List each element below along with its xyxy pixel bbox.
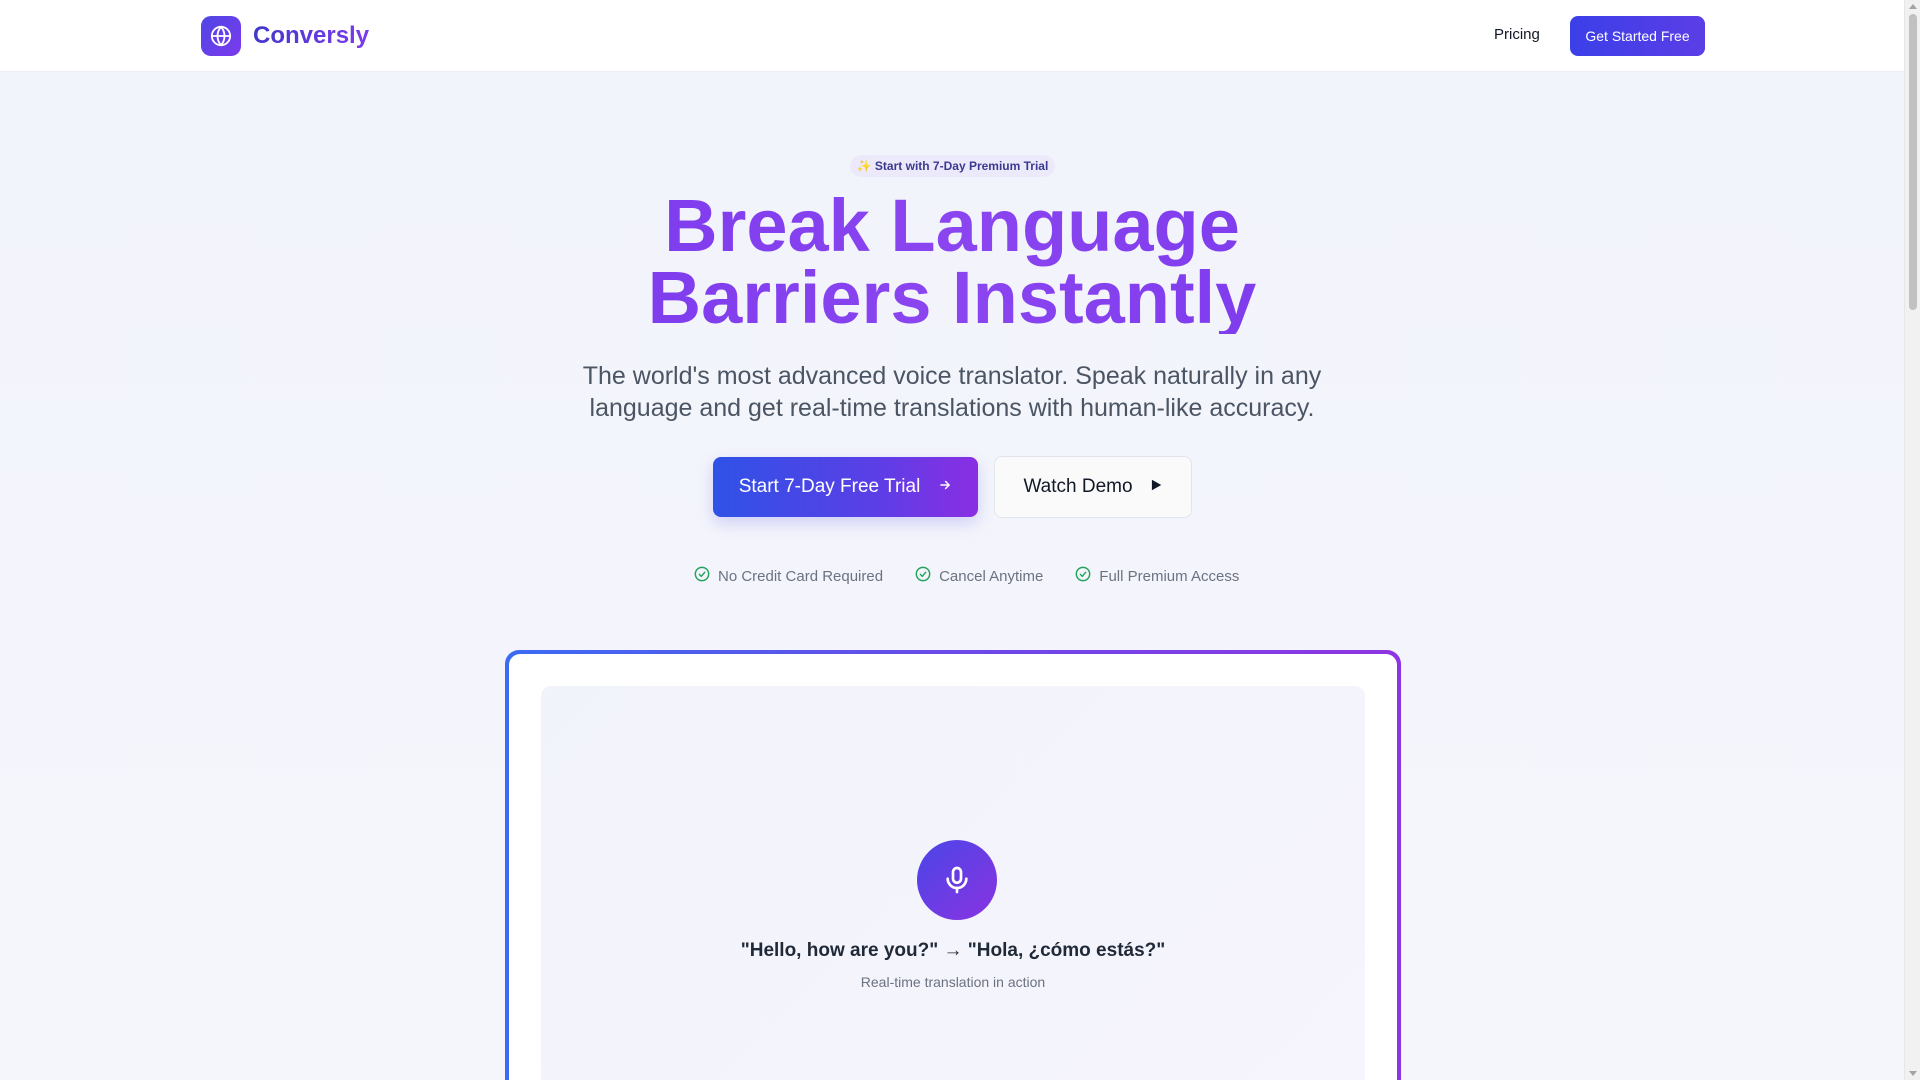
scroll-down-arrow-icon[interactable]	[1909, 1071, 1917, 1076]
perk-label: Cancel Anytime	[939, 567, 1044, 585]
scrollbar-thumb[interactable]	[1909, 14, 1917, 310]
perk-label: No Credit Card Required	[718, 567, 884, 585]
page: Conversly Pricing Get Started Free ✨ Sta…	[0, 0, 1904, 1080]
hero-subtitle-line-2: language and get real-time translations …	[589, 394, 1315, 422]
check-circle-icon	[1075, 566, 1091, 586]
get-started-button[interactable]: Get Started Free	[1570, 16, 1705, 56]
site-header: Conversly Pricing Get Started Free	[0, 0, 1904, 72]
perk-item: Full Premium Access	[1075, 566, 1239, 586]
play-icon	[1149, 476, 1163, 498]
brand-logo[interactable]: Conversly	[201, 16, 369, 56]
demo-card: "Hello, how are you?" → "Hola, ¿cómo est…	[505, 650, 1401, 1080]
start-trial-label: Start 7-Day Free Trial	[738, 476, 921, 497]
start-trial-button[interactable]: Start 7-Day Free Trial	[713, 457, 978, 517]
arrow-right-icon	[938, 476, 952, 498]
demo-card-body: "Hello, how are you?" → "Hola, ¿cómo est…	[509, 654, 1397, 1080]
check-circle-icon	[694, 566, 710, 586]
scroll-up-arrow-icon[interactable]	[1909, 4, 1917, 9]
perk-item: No Credit Card Required	[694, 566, 883, 586]
hero-title-line-1: Break Language	[664, 184, 1240, 267]
hero-title: Break Language Barriers Instantly	[552, 190, 1352, 334]
check-circle-icon	[915, 566, 931, 586]
hero-subtitle-line-1: The world's most advanced voice translat…	[582, 362, 1322, 390]
watch-demo-button[interactable]: Watch Demo	[994, 456, 1192, 518]
brand-name: Conversly	[253, 22, 370, 49]
nav-link-pricing[interactable]: Pricing	[1494, 26, 1540, 43]
hero-title-line-2: Barriers Instantly	[647, 256, 1257, 339]
hero-subtitle: The world's most advanced voice translat…	[572, 360, 1332, 424]
demo-stage: "Hello, how are you?" → "Hola, ¿cómo est…	[541, 686, 1365, 1080]
globe-icon	[201, 16, 241, 56]
watch-demo-label: Watch Demo	[1023, 476, 1133, 497]
perk-label: Full Premium Access	[1099, 567, 1240, 585]
trial-badge: ✨ Start with 7-Day Premium Trial	[850, 155, 1055, 177]
demo-caption: Real-time translation in action	[860, 974, 1046, 990]
perk-item: Cancel Anytime	[915, 566, 1043, 586]
microphone-icon[interactable]	[917, 840, 997, 920]
perks-list: No Credit Card Required Cancel Anytime F…	[694, 566, 1239, 586]
page-scrollbar[interactable]	[1904, 0, 1920, 1080]
demo-translation-phrase: "Hello, how are you?" → "Hola, ¿cómo est…	[740, 940, 1166, 961]
